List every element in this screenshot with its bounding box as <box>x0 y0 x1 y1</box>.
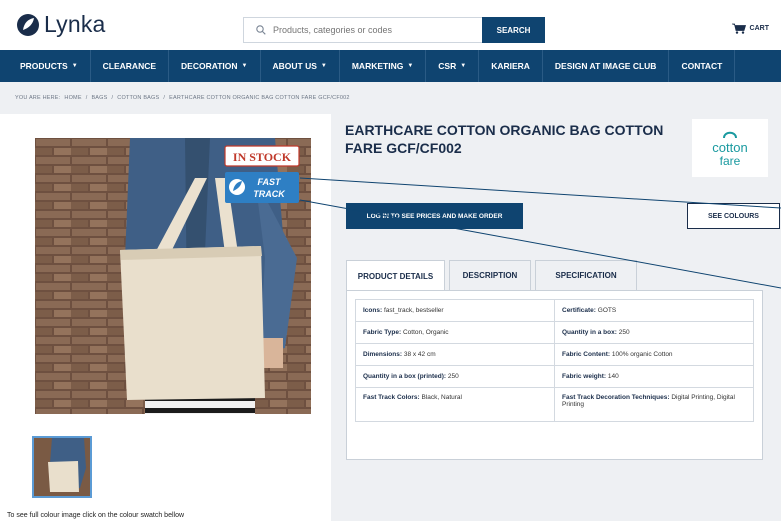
nav-label: CSR <box>438 61 457 71</box>
see-colours-button[interactable]: SEE COLOURS <box>687 203 780 229</box>
nav-label: CONTACT <box>681 61 723 71</box>
nav-label: DESIGN AT IMAGE CLUB <box>554 61 657 71</box>
cotton-fare-logo: cotton fare <box>692 119 768 177</box>
detail-dimensions: Dimensions: 38 x 42 cm <box>355 343 555 366</box>
search-bar: SEARCH <box>243 17 545 43</box>
product-thumbnail[interactable] <box>32 436 92 498</box>
nav-item-csr[interactable]: CSR ▼ <box>426 50 480 82</box>
product-gallery: To see full colour image click on the co… <box>0 114 331 521</box>
nav-item-marketing[interactable]: MARKETING ▼ <box>340 50 427 82</box>
chevron-down-icon: ▼ <box>320 63 327 69</box>
swatch-note: To see full colour image click on the co… <box>7 512 185 519</box>
logo-leaf-icon <box>17 13 39 36</box>
tab-description[interactable]: DESCRIPTION <box>449 260 531 290</box>
nav-label: MARKETING <box>351 61 404 71</box>
product-tabs: PRODUCT DETAILS DESCRIPTION SPECIFICATIO… <box>346 260 637 291</box>
details-table: Icons: fast_track, bestseller Certificat… <box>355 299 754 422</box>
nav-item-clearance[interactable]: CLEARANCE <box>91 50 170 82</box>
tab-product-details[interactable]: PRODUCT DETAILS <box>346 260 445 291</box>
breadcrumb-separator: / <box>163 95 166 101</box>
breadcrumb-prefix: YOU ARE HERE: <box>15 95 61 101</box>
logo-text-fare: fare <box>720 154 741 168</box>
main-nav: PRODUCTS ▼ CLEARANCE DECORATION ▼ ABOUT US… <box>0 50 781 82</box>
product-title: EARTHCARE COTTON ORGANIC BAG COTTON FARE… <box>345 122 664 156</box>
breadcrumb-separator: / <box>85 95 88 101</box>
table-row: Quantity in a box (printed): 250 Fabric … <box>355 365 754 388</box>
breadcrumb-home[interactable]: HOME <box>64 95 81 101</box>
logo-text: Lynka <box>44 11 106 37</box>
detail-fabric-type: Fabric Type: Cotton, Organic <box>355 321 555 344</box>
detail-fabric-content: Fabric Content: 100% organic Cotton <box>554 343 754 366</box>
chevron-down-icon: ▼ <box>460 63 467 69</box>
nav-label: ABOUT US <box>272 61 317 71</box>
nav-item-about-us[interactable]: ABOUT US ▼ <box>261 50 340 82</box>
table-row: Fast Track Colors: Black, Natural Fast T… <box>355 387 754 422</box>
cart-link[interactable]: CART <box>731 23 769 34</box>
detail-quantity-box: Quantity in a box: 250 <box>554 321 754 344</box>
nav-item-products[interactable]: PRODUCTS ▼ <box>0 50 91 82</box>
nav-item-contact[interactable]: CONTACT <box>669 50 736 82</box>
nav-item-design[interactable]: DESIGN AT IMAGE CLUB <box>543 50 670 82</box>
nav-label: DECORATION <box>181 61 238 71</box>
logo-text-cotton: cotton <box>712 140 747 155</box>
chevron-down-icon: ▼ <box>71 63 78 69</box>
nav-item-kariera[interactable]: KARIERA <box>479 50 543 82</box>
nav-label: KARIERA <box>491 61 530 71</box>
cart-label: CART <box>749 25 769 32</box>
chevron-down-icon: ▼ <box>407 63 414 69</box>
thumbnail-image <box>34 438 90 496</box>
breadcrumb-separator: / <box>111 95 114 101</box>
detail-quantity-box-printed: Quantity in a box (printed): 250 <box>355 365 555 388</box>
product-photo[interactable] <box>35 138 311 414</box>
detail-fabric-weight: Fabric weight: 140 <box>554 365 754 388</box>
search-input[interactable] <box>273 25 463 35</box>
cotton-fare-logo-image: cotton fare <box>712 131 748 168</box>
breadcrumb-cotton-bags[interactable]: COTTON BAGS <box>117 95 159 101</box>
detail-fast-track-colors: Fast Track Colors: Black, Natural <box>355 387 555 422</box>
product-details-panel: Icons: fast_track, bestseller Certificat… <box>346 290 763 460</box>
table-row: Icons: fast_track, bestseller Certificat… <box>355 299 754 322</box>
search-icon <box>256 25 266 35</box>
top-header: Lynka SEARCH CART <box>0 0 781 50</box>
breadcrumb: YOU ARE HERE: HOME / BAGS / COTTON BAGS … <box>15 95 350 101</box>
chevron-down-icon: ▼ <box>241 63 248 69</box>
detail-fast-track-techniques: Fast Track Decoration Techniques: Digita… <box>554 387 754 422</box>
breadcrumb-bags[interactable]: BAGS <box>91 95 107 101</box>
tab-specification[interactable]: SPECIFICATION <box>535 260 637 290</box>
detail-certificate: Certificate: GOTS <box>554 299 754 322</box>
breadcrumb-current: EARTHCARE COTTON ORGANIC BAG COTTON FARE… <box>169 95 350 101</box>
detail-icons: Icons: fast_track, bestseller <box>355 299 555 322</box>
login-to-see-prices-button[interactable]: LOG IN TO SEE PRICES AND MAKE ORDER <box>346 203 523 229</box>
nav-label: PRODUCTS <box>20 61 68 71</box>
lynka-logo[interactable]: Lynka <box>16 11 106 38</box>
search-field-wrapper <box>243 17 482 43</box>
tote-bag-photo <box>35 138 311 414</box>
nav-label: CLEARANCE <box>102 61 157 71</box>
table-row: Fabric Type: Cotton, Organic Quantity in… <box>355 321 754 344</box>
table-row: Dimensions: 38 x 42 cm Fabric Content: 1… <box>355 343 754 366</box>
nav-item-decoration[interactable]: DECORATION ▼ <box>169 50 261 82</box>
cart-icon <box>731 23 746 34</box>
search-button[interactable]: SEARCH <box>482 17 545 43</box>
